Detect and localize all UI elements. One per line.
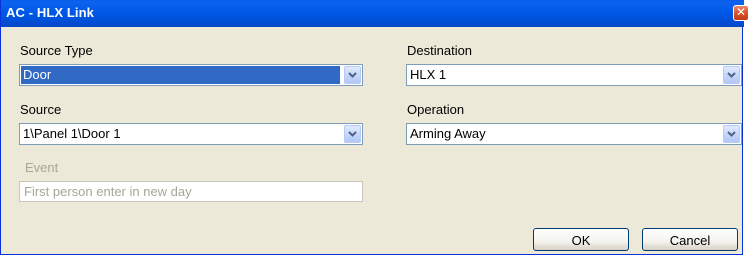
source-type-dropdown-button[interactable] — [344, 66, 361, 84]
chevron-down-icon — [348, 131, 357, 137]
operation-label: Operation — [407, 102, 465, 117]
event-field: First person enter in new day — [19, 181, 363, 202]
source-dropdown-button[interactable] — [344, 125, 361, 143]
event-placeholder: First person enter in new day — [24, 184, 192, 199]
source-type-value: Door — [21, 66, 340, 84]
close-button[interactable]: ✕ — [733, 5, 749, 21]
operation-value: Arming Away — [410, 126, 486, 141]
cancel-button[interactable]: Cancel — [642, 228, 738, 251]
source-label: Source — [20, 102, 62, 117]
title-bar[interactable]: AC - HLX Link — [1, 0, 744, 27]
source-type-dropdown[interactable]: Door — [19, 64, 363, 86]
dialog-window: AC - HLX Link Source Type Door Source 1\… — [0, 0, 744, 255]
destination-dropdown-button[interactable] — [723, 66, 740, 84]
source-value: 1\Panel 1\Door 1 — [23, 126, 121, 141]
destination-label: Destination — [407, 43, 473, 58]
event-label: Event — [25, 160, 59, 175]
operation-dropdown-button[interactable] — [723, 125, 740, 143]
destination-dropdown[interactable]: HLX 1 — [406, 64, 742, 86]
ok-button[interactable]: OK — [533, 228, 629, 251]
chevron-down-icon — [727, 131, 736, 137]
chevron-down-icon — [727, 72, 736, 78]
destination-value: HLX 1 — [410, 67, 447, 82]
close-icon: ✕ — [735, 5, 747, 19]
chevron-down-icon — [348, 72, 357, 78]
source-type-label: Source Type — [20, 43, 93, 58]
operation-dropdown[interactable]: Arming Away — [406, 123, 742, 145]
window-title: AC - HLX Link — [6, 5, 94, 20]
source-dropdown[interactable]: 1\Panel 1\Door 1 — [19, 123, 363, 145]
